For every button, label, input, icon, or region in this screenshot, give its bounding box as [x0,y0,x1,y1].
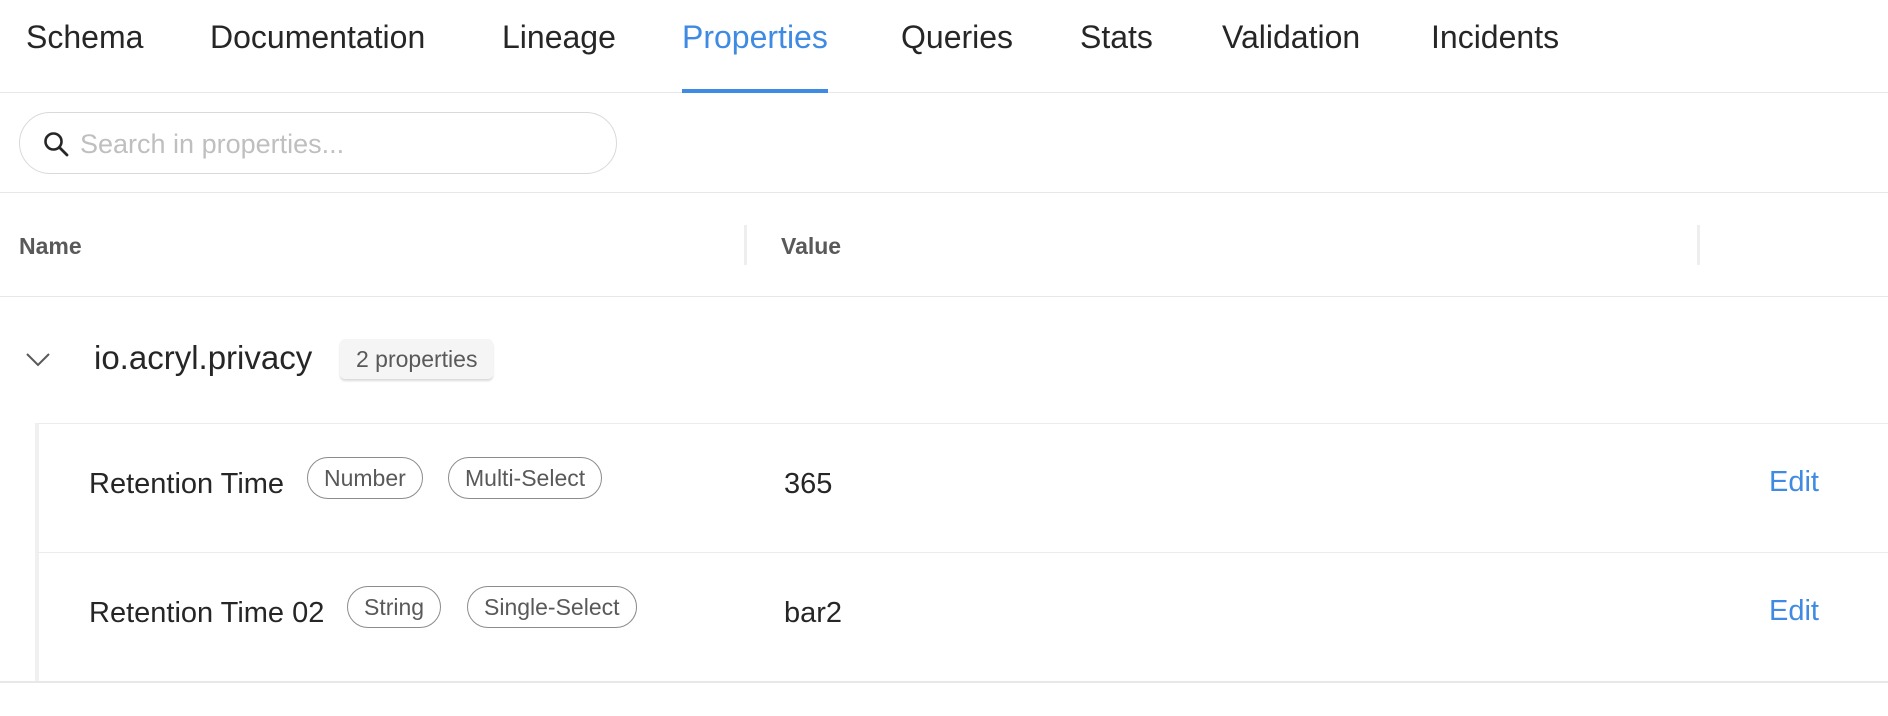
chevron-down-icon[interactable] [24,345,52,373]
column-header-name: Name [19,233,82,259]
cardinality-tag: Multi-Select [448,457,603,499]
tab-queries[interactable]: Queries [901,0,1013,93]
tab-bar: Schema Documentation Lineage Properties … [0,0,1888,93]
tab-properties[interactable]: Properties [682,0,828,93]
type-tag: Number [307,457,423,499]
search-icon [44,132,69,157]
table-bottom-divider [0,681,1888,683]
property-value: 365 [784,468,833,500]
cardinality-tag: Single-Select [467,586,637,628]
search-input[interactable] [78,121,602,167]
tab-validation[interactable]: Validation [1222,0,1360,93]
edit-button[interactable]: Edit [1769,466,1819,499]
group-name: io.acryl.privacy [94,339,313,376]
property-row: Retention Time 02 String Single-Select b… [35,552,1888,682]
tab-lineage[interactable]: Lineage [502,0,616,93]
column-divider[interactable] [1697,225,1700,265]
tab-stats[interactable]: Stats [1080,0,1153,93]
table-header: Name Value [0,193,1888,297]
property-count-badge: 2 properties [340,339,494,379]
property-group-row: io.acryl.privacy 2 properties [0,297,1888,423]
property-value: bar2 [784,597,843,629]
tab-documentation[interactable]: Documentation [210,0,425,93]
search-bar-row [0,93,1888,193]
column-divider[interactable] [744,225,747,265]
tab-incidents[interactable]: Incidents [1431,0,1559,93]
type-tag: String [347,586,442,628]
property-name: Retention Time [89,468,285,500]
property-name: Retention Time 02 [89,597,325,629]
property-row: Retention Time Number Multi-Select 365 E… [35,423,1888,553]
tab-schema[interactable]: Schema [26,0,143,93]
search-box[interactable] [19,112,617,174]
edit-button[interactable]: Edit [1769,595,1819,628]
column-header-value: Value [781,233,842,259]
